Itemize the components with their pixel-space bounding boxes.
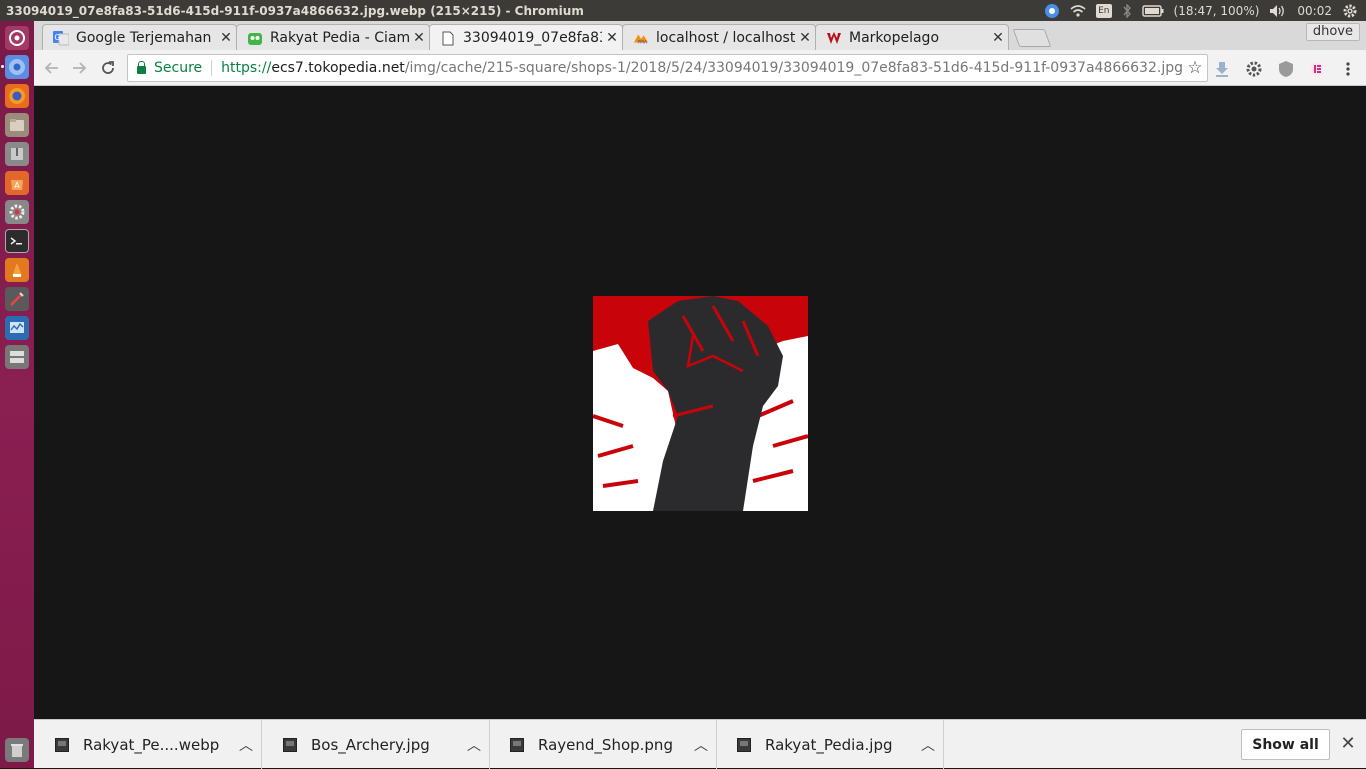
tab-label: Rakyat Pedia - Ciamis — [270, 29, 409, 46]
reload-button[interactable] — [97, 57, 119, 79]
download-item[interactable]: Rayend_Shop.png ︿ — [489, 720, 717, 769]
battery-status: (18:47, 100%) — [1173, 3, 1260, 18]
system-tray: En (18:47, 100%) 00:02 — [1044, 3, 1366, 19]
close-icon[interactable]: ✕ — [795, 30, 815, 46]
tab-label: localhost / localhost — [656, 29, 795, 46]
close-icon[interactable]: ✕ — [988, 30, 1008, 46]
files-icon[interactable] — [5, 113, 29, 137]
forward-button[interactable] — [68, 57, 90, 79]
tab-localhost[interactable]: PMA localhost / localhost ✕ — [622, 24, 816, 50]
svg-text:PMA: PMA — [637, 39, 647, 45]
new-tab-button[interactable] — [1012, 29, 1052, 47]
file-icon — [283, 737, 297, 752]
chevron-up-icon[interactable]: ︿ — [913, 735, 943, 755]
tab-label: 33094019_07e8fa83 — [463, 30, 602, 46]
close-icon[interactable]: ✕ — [216, 30, 236, 46]
vlc-icon[interactable] — [5, 258, 29, 282]
launcher-active-indicator — [1, 65, 4, 68]
text-editor-icon[interactable] — [5, 287, 29, 311]
archive-icon[interactable] — [5, 142, 29, 166]
markopelago-icon — [826, 30, 842, 46]
url-host: ecs7.tokopedia.net — [271, 60, 405, 76]
raised-fists-image[interactable] — [593, 296, 808, 511]
download-filename: Rakyat_Pedia.jpg — [765, 735, 893, 754]
terminal-icon[interactable] — [5, 229, 29, 253]
url-scheme: https:// — [221, 60, 272, 76]
tab-strip: G Google Terjemahan ✕ Rakyat Pedia - Cia… — [34, 21, 1366, 51]
window-title: 33094019_07e8fa83-51d6-415d-911f-0937a48… — [6, 3, 584, 18]
svg-text:A: A — [14, 181, 20, 190]
download-extension-icon[interactable] — [1211, 58, 1233, 80]
close-icon[interactable]: ✕ — [602, 30, 622, 46]
download-filename: Rayend_Shop.png — [538, 735, 673, 754]
lock-icon — [137, 61, 146, 74]
url-text[interactable]: https://ecs7.tokopedia.net/img/cache/215… — [221, 60, 1183, 76]
profile-button[interactable]: dhove — [1305, 23, 1360, 41]
chromium-tray-icon[interactable] — [1044, 3, 1060, 19]
top-panel: 33094019_07e8fa83-51d6-415d-911f-0937a48… — [0, 0, 1366, 21]
phpmyadmin-icon: PMA — [633, 30, 649, 46]
tab-image-active[interactable]: 33094019_07e8fa83 ✕ — [429, 24, 623, 51]
chromium-launcher-icon[interactable] — [5, 55, 29, 79]
image-viewer — [34, 87, 1366, 719]
close-icon[interactable]: ✕ — [409, 30, 429, 46]
gear-extension-icon[interactable] — [1243, 58, 1265, 80]
download-filename: Rakyat_Pe....webp — [83, 735, 220, 754]
download-item[interactable]: Rakyat_Pedia.jpg ︿ — [716, 720, 944, 769]
page-icon — [440, 30, 456, 46]
url-path: /img/cache/215-square/shops-1/2018/5/24/… — [404, 60, 1183, 76]
chevron-up-icon[interactable]: ︿ — [231, 735, 261, 755]
file-icon — [510, 737, 524, 752]
omnibox[interactable]: Secure https://ecs7.tokopedia.net/img/ca… — [127, 54, 1208, 82]
system-monitor-icon[interactable] — [5, 316, 29, 340]
firefox-icon[interactable] — [5, 84, 29, 108]
software-center-icon[interactable]: A — [5, 171, 29, 195]
dash-home-icon[interactable] — [5, 26, 29, 50]
download-item[interactable]: Rakyat_Pe....webp ︿ — [34, 720, 262, 769]
tab-markopelago[interactable]: Markopelago ✕ — [815, 24, 1009, 50]
secure-indicator[interactable]: Secure — [128, 60, 202, 76]
file-icon — [737, 737, 751, 752]
clock[interactable]: 00:02 — [1297, 4, 1332, 18]
volume-icon[interactable] — [1269, 4, 1287, 18]
download-shelf: Rakyat_Pe....webp ︿ Bos_Archery.jpg ︿ Ra… — [34, 719, 1366, 769]
omnibox-divider — [211, 60, 213, 76]
keyboard-layout-indicator[interactable]: En — [1096, 3, 1112, 18]
download-item[interactable]: Bos_Archery.jpg ︿ — [262, 720, 490, 769]
download-filename: Bos_Archery.jpg — [311, 735, 430, 754]
trash-icon[interactable] — [5, 738, 29, 762]
settings-gear-icon[interactable] — [1342, 3, 1358, 19]
tab-label: Google Terjemahan — [76, 29, 212, 46]
menu-kebab-icon[interactable] — [1337, 58, 1359, 80]
chevron-up-icon[interactable]: ︿ — [459, 735, 489, 755]
browser-toolbar: Secure https://ecs7.tokopedia.net/img/ca… — [34, 50, 1366, 86]
wifi-icon[interactable] — [1070, 4, 1086, 18]
battery-icon[interactable] — [1141, 4, 1164, 17]
disks-icon[interactable] — [5, 345, 29, 369]
file-icon — [55, 737, 69, 752]
shield-extension-icon[interactable] — [1275, 58, 1297, 80]
elementor-extension-icon[interactable] — [1306, 58, 1328, 80]
launcher: A — [0, 21, 34, 768]
tokopedia-icon — [247, 30, 263, 46]
show-all-button[interactable]: Show all — [1241, 729, 1330, 760]
close-icon[interactable]: ✕ — [1338, 733, 1358, 754]
system-settings-icon[interactable] — [5, 200, 29, 224]
svg-text:G: G — [54, 33, 60, 42]
google-translate-icon: G — [53, 30, 69, 46]
secure-label: Secure — [154, 60, 203, 76]
bluetooth-icon[interactable] — [1122, 3, 1132, 18]
tab-google-translate[interactable]: G Google Terjemahan ✕ — [42, 24, 237, 50]
back-button[interactable] — [41, 57, 63, 79]
chevron-up-icon[interactable]: ︿ — [686, 735, 716, 755]
tab-rakyat-pedia[interactable]: Rakyat Pedia - Ciamis ✕ — [236, 24, 430, 50]
bookmark-star-icon[interactable]: ☆ — [1183, 58, 1207, 78]
tab-label: Markopelago — [849, 29, 940, 46]
